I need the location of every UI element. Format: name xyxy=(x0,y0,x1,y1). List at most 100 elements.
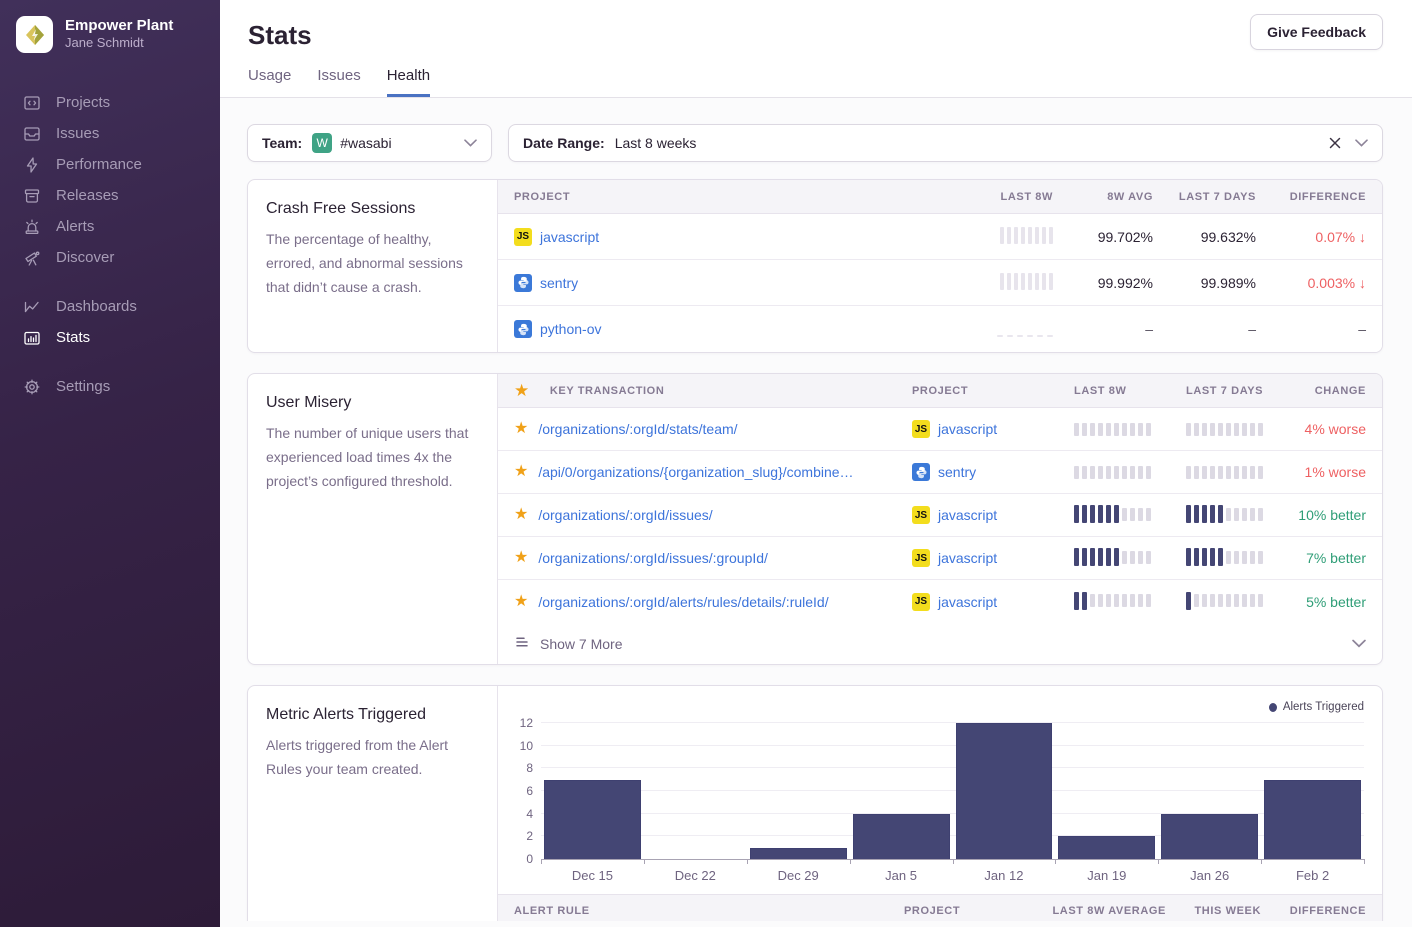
crash-free-sessions-panel: Crash Free Sessions The percentage of he… xyxy=(247,179,1383,353)
javascript-platform-icon: JS xyxy=(912,593,930,611)
sidebar-item-discover[interactable]: Discover xyxy=(0,242,220,273)
y-axis-tick-label: 4 xyxy=(501,807,533,821)
column-header: DIFFERENCE xyxy=(1261,905,1382,917)
transaction-cell: ★ /organizations/:orgId/issues/ xyxy=(498,507,896,523)
project-cell: JSjavascript xyxy=(498,228,933,246)
chevron-down-icon[interactable] xyxy=(1352,639,1366,648)
sidebar-item-stats[interactable]: Stats xyxy=(0,322,220,353)
project-link[interactable]: javascript xyxy=(938,421,997,437)
change-value: 4% worse xyxy=(1270,421,1382,437)
sidebar-item-issues[interactable]: Issues xyxy=(0,118,220,149)
x-axis-tick xyxy=(1055,859,1056,864)
chart-bar[interactable] xyxy=(853,814,950,859)
issues-icon xyxy=(22,124,42,144)
project-link[interactable]: sentry xyxy=(540,275,578,291)
project-cell: sentry xyxy=(896,463,1046,481)
key-transaction-star-icon[interactable]: ★ xyxy=(514,507,528,523)
table-row: ★ /organizations/:orgId/issues/:groupId/J… xyxy=(498,537,1382,580)
team-filter[interactable]: Team: W #wasabi xyxy=(247,124,492,162)
chevron-down-icon[interactable] xyxy=(1355,139,1368,147)
date-range-filter[interactable]: Date Range: Last 8 weeks xyxy=(508,124,1383,162)
x-axis-label: Jan 12 xyxy=(953,868,1056,883)
transaction-link[interactable]: /api/0/organizations/{organization_slug}… xyxy=(538,464,853,480)
chart-gridline xyxy=(541,722,1364,723)
misery-sparkline xyxy=(1074,462,1151,482)
y-axis-tick-label: 10 xyxy=(501,739,533,753)
sidebar-item-dashboards[interactable]: Dashboards xyxy=(0,291,220,322)
key-transaction-star-icon[interactable]: ★ xyxy=(514,550,528,566)
dashboards-icon xyxy=(22,297,42,317)
org-switcher[interactable]: Empower Plant Jane Schmidt xyxy=(0,0,220,63)
javascript-platform-icon: JS xyxy=(912,549,930,567)
avg-8w-value: – xyxy=(1053,321,1153,337)
sidebar-item-settings[interactable]: Settings xyxy=(0,371,220,402)
tab-usage[interactable]: Usage xyxy=(248,67,291,97)
tab-health[interactable]: Health xyxy=(387,67,430,97)
project-cell: sentry xyxy=(498,274,933,292)
sessions-sparkline xyxy=(1000,226,1053,247)
chart-bar[interactable] xyxy=(956,723,1053,859)
column-header: LAST 8W AVERAGE xyxy=(1026,905,1166,917)
change-value: 1% worse xyxy=(1270,464,1382,480)
transaction-link[interactable]: /organizations/:orgId/alerts/rules/detai… xyxy=(538,594,828,610)
last-7-days-sparkline xyxy=(1158,419,1270,439)
avg-8w-value: 99.702% xyxy=(1053,229,1153,245)
project-cell: python-ov xyxy=(498,320,933,338)
misery-sparkline xyxy=(1186,547,1263,567)
last-7-days-sparkline xyxy=(1158,504,1270,526)
chart-bar[interactable] xyxy=(750,848,847,859)
key-transaction-star-icon[interactable]: ★ xyxy=(514,464,528,480)
give-feedback-button[interactable]: Give Feedback xyxy=(1250,14,1383,50)
chart-bar[interactable] xyxy=(1161,814,1258,859)
transaction-cell: ★ /organizations/:orgId/issues/:groupId/ xyxy=(498,550,896,566)
discover-icon xyxy=(22,248,42,268)
column-header: THIS WEEK xyxy=(1166,905,1261,917)
x-axis-tick xyxy=(644,859,645,864)
y-axis-tick-label: 0 xyxy=(501,852,533,866)
x-axis-label: Jan 19 xyxy=(1055,868,1158,883)
transaction-link[interactable]: /organizations/:orgId/stats/team/ xyxy=(538,421,737,437)
python-platform-icon xyxy=(514,274,532,292)
sidebar-item-releases[interactable]: Releases xyxy=(0,180,220,211)
stats-tabs: Usage Issues Health xyxy=(248,67,1383,97)
date-range-value: Last 8 weeks xyxy=(615,135,697,151)
column-header: ALERT RULE xyxy=(498,905,896,917)
chart-bar[interactable] xyxy=(1058,836,1155,859)
sessions-sparkline xyxy=(997,319,1053,340)
chart-bar[interactable] xyxy=(544,780,641,859)
project-link[interactable]: javascript xyxy=(938,507,997,523)
sidebar-item-performance[interactable]: Performance xyxy=(0,149,220,180)
settings-icon xyxy=(22,377,42,397)
transaction-link[interactable]: /organizations/:orgId/issues/:groupId/ xyxy=(538,550,768,566)
chevron-down-icon[interactable] xyxy=(464,139,477,147)
date-range-label: Date Range: xyxy=(523,135,605,151)
list-icon xyxy=(514,634,530,653)
sidebar-item-projects[interactable]: Projects xyxy=(0,87,220,118)
project-link[interactable]: javascript xyxy=(540,229,599,245)
key-transaction-star-icon[interactable]: ★ xyxy=(514,421,528,437)
transaction-link[interactable]: /organizations/:orgId/issues/ xyxy=(538,507,712,523)
table-row: ★/organizations/:orgId/issues/JSjavascri… xyxy=(498,494,1382,537)
nav-divider xyxy=(0,353,220,371)
org-name: Empower Plant xyxy=(65,17,173,36)
project-cell: JS javascript xyxy=(896,593,1046,611)
column-header: 8W AVG xyxy=(1053,191,1153,203)
project-link[interactable]: javascript xyxy=(938,550,997,566)
column-header: PROJECT xyxy=(896,385,1046,397)
column-header: LAST 8W xyxy=(1046,385,1158,397)
tab-issues[interactable]: Issues xyxy=(317,67,360,97)
show-more-row[interactable]: Show 7 More xyxy=(498,623,1382,664)
column-header: DIFFERENCE xyxy=(1256,191,1382,203)
chart-plot-area: 024681012 xyxy=(541,724,1364,860)
project-link[interactable]: python-ov xyxy=(540,321,601,337)
clear-icon[interactable] xyxy=(1329,137,1341,149)
legend-label: Alerts Triggered xyxy=(1283,701,1364,713)
sidebar-item-alerts[interactable]: Alerts xyxy=(0,211,220,242)
table-header: ALERT RULE PROJECT LAST 8W AVERAGE THIS … xyxy=(498,894,1382,921)
chart-legend[interactable]: Alerts Triggered xyxy=(1269,701,1364,713)
key-transaction-star-icon[interactable]: ★ xyxy=(514,594,528,610)
last-8w-sparkline xyxy=(1046,547,1158,569)
chart-bar[interactable] xyxy=(1264,780,1361,859)
project-link[interactable]: sentry xyxy=(938,464,976,480)
project-link[interactable]: javascript xyxy=(938,594,997,610)
